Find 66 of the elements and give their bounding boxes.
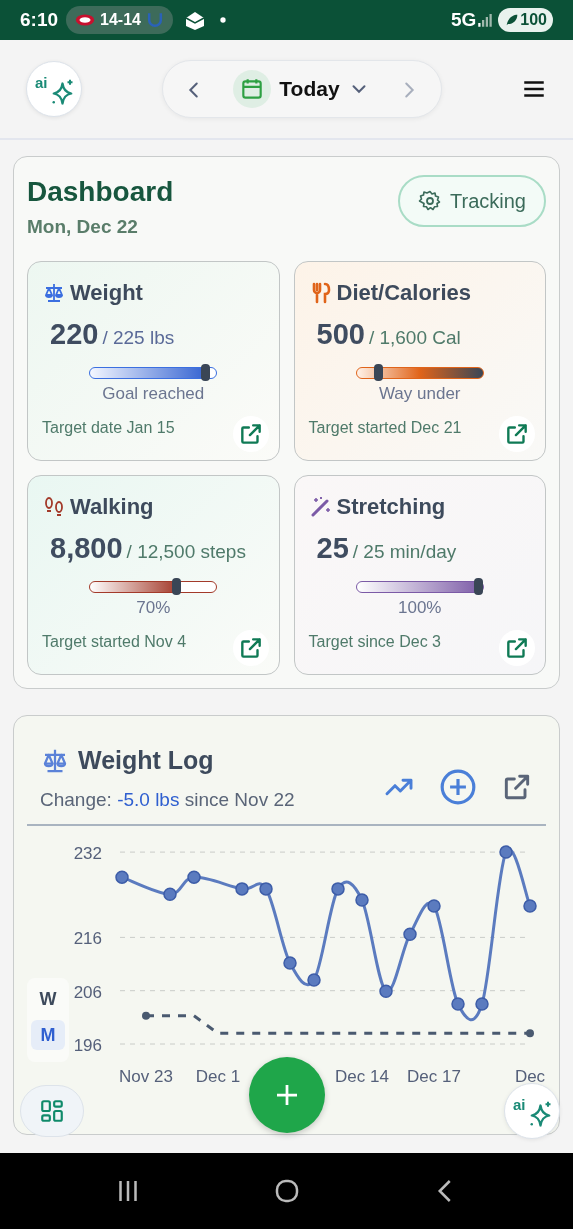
point: [142, 1011, 150, 1020]
axis-label: Dec 1: [195, 1067, 241, 1087]
dashboard-date: Mon, Dec 22: [27, 214, 139, 239]
axis-label: Dec 17: [407, 1067, 461, 1087]
clock-time: 6:10: [20, 7, 59, 32]
point: [163, 887, 177, 902]
battery-level: 100: [520, 10, 547, 30]
tracking-button[interactable]: Tracking: [398, 175, 546, 227]
axis-label: 216: [73, 929, 102, 949]
metric-footer: Target date Jan 15: [42, 416, 223, 441]
metric-status: Goal reached: [101, 382, 206, 405]
axis-label: 206: [73, 982, 102, 1002]
grid-icon: [39, 1098, 65, 1124]
metric-title: Weight: [70, 279, 143, 308]
point: [427, 899, 441, 913]
metric-footer: Target started Dec 21: [308, 416, 489, 441]
metric-title: Walking: [70, 493, 154, 522]
axis-label: 196: [73, 1036, 102, 1056]
metric-target: / 225 lbs: [102, 326, 175, 351]
open-link-button[interactable]: [499, 630, 535, 667]
point: [259, 882, 273, 896]
plus-circle-icon: [439, 768, 477, 807]
point: [283, 956, 297, 970]
metric-title: Stretching: [336, 493, 446, 522]
point: [187, 870, 201, 884]
axis-label: Dec 14: [335, 1067, 389, 1087]
range-toggle[interactable]: M: [31, 1020, 65, 1051]
dashboard-title: Dashboard: [27, 175, 174, 209]
point: [451, 997, 465, 1011]
point: [526, 1029, 534, 1038]
range-toggle[interactable]: W: [31, 984, 65, 1015]
ai-assistant-button[interactable]: ai: [26, 61, 82, 117]
add-entry-button[interactable]: [439, 768, 477, 807]
network-label: 5G: [450, 7, 477, 32]
point: [307, 973, 321, 987]
point: [475, 997, 489, 1011]
weight-change-text: Change: -5.0 lbs since Nov 22: [40, 787, 295, 812]
metric-title: Diet/Calories: [336, 279, 471, 308]
axis-label: Nov 23: [119, 1067, 173, 1087]
metric-value: 500: [316, 317, 365, 353]
date-dropdown[interactable]: Today: [279, 73, 370, 105]
point: [355, 893, 369, 907]
signal-icon: [476, 11, 495, 29]
point: [403, 927, 417, 942]
metric-footer: Target since Dec 3: [308, 630, 489, 655]
metric-status: 70%: [135, 596, 172, 619]
point: [235, 882, 249, 896]
metric-status: 100%: [397, 596, 443, 619]
metric-value: 220: [50, 317, 99, 353]
open-link-button[interactable]: [499, 416, 535, 453]
metric-target: / 1,600 Cal: [368, 326, 461, 351]
metric-target: / 25 min/day: [352, 540, 457, 565]
point: [523, 899, 537, 913]
gear-icon: [418, 189, 443, 213]
metric-value: 25: [316, 531, 349, 567]
score-text: 14-14: [100, 10, 141, 30]
metric-value: 8,800: [50, 531, 123, 567]
axis-label: 232: [73, 844, 102, 864]
metric-target: / 12,500 steps: [126, 540, 246, 565]
point: [331, 882, 345, 896]
point: [379, 984, 393, 999]
point: [499, 845, 513, 859]
metric-status: Way under: [377, 382, 462, 405]
metric-footer: Target started Nov 4: [42, 630, 223, 655]
weight-log-title: Weight Log: [78, 745, 214, 777]
point: [115, 870, 129, 884]
